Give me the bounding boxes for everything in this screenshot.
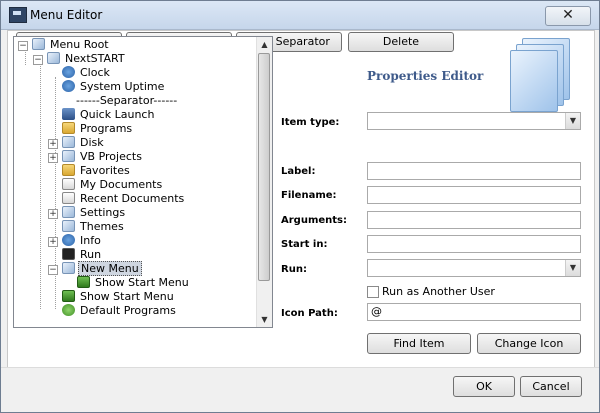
properties-pages-icon xyxy=(508,36,572,112)
collapse-toggle[interactable]: − xyxy=(33,55,43,65)
tree-line xyxy=(25,49,26,65)
tree-item-favorites[interactable]: Favorites xyxy=(62,164,132,178)
properties-editor-title: Properties Editor xyxy=(367,69,484,83)
recent-documents-icon xyxy=(62,192,75,204)
tree-item-clock[interactable]: Clock xyxy=(62,66,112,80)
tree-scrollbar[interactable]: ▲ ▼ xyxy=(256,37,272,327)
desktop-icon xyxy=(62,108,75,120)
tree-item-info[interactable]: Info xyxy=(62,234,103,248)
window-title: Menu Editor xyxy=(30,8,103,22)
menu-tree[interactable]: − Menu Root − NextSTART Clock System Upt… xyxy=(13,36,273,328)
start-in-label: Start in: xyxy=(281,239,328,250)
run-icon xyxy=(62,248,75,260)
clock-icon xyxy=(62,80,75,92)
label-field[interactable] xyxy=(367,162,581,180)
tree-item-system-uptime[interactable]: System Uptime xyxy=(62,80,166,94)
collapse-toggle[interactable]: − xyxy=(48,265,58,275)
run-select[interactable]: ▼ xyxy=(367,259,581,277)
folder-icon xyxy=(62,122,75,134)
page-icon xyxy=(47,52,60,64)
tree-item-disk[interactable]: Disk xyxy=(62,136,106,150)
start-menu-icon xyxy=(62,290,75,302)
close-button[interactable]: ✕ xyxy=(545,6,591,26)
page-icon xyxy=(62,150,75,162)
expand-toggle[interactable]: + xyxy=(48,209,58,219)
tree-item-vb-projects[interactable]: VB Projects xyxy=(62,150,144,164)
tree-item-programs[interactable]: Programs xyxy=(62,122,134,136)
tree-item-run[interactable]: Run xyxy=(62,248,103,262)
expand-toggle[interactable]: + xyxy=(48,237,58,247)
page-icon xyxy=(62,206,75,218)
favorites-icon xyxy=(62,164,75,176)
menu-editor-window: Menu Editor ✕ New Item New Submenu New S… xyxy=(0,0,600,413)
expand-toggle[interactable]: + xyxy=(48,139,58,149)
page-icon xyxy=(62,220,75,232)
tree-item-default-programs[interactable]: Default Programs xyxy=(62,304,178,318)
chevron-down-icon[interactable]: ▼ xyxy=(565,113,580,129)
chevron-down-icon[interactable]: ▼ xyxy=(565,260,580,276)
arguments-label: Arguments: xyxy=(281,215,348,226)
start-in-field[interactable] xyxy=(367,235,581,253)
run-label: Run: xyxy=(281,264,307,275)
tree-item-recent-documents[interactable]: Recent Documents xyxy=(62,192,186,206)
tree-item-separator[interactable]: ------Separator------ xyxy=(74,94,179,108)
default-programs-icon xyxy=(62,304,75,316)
expand-toggle[interactable]: + xyxy=(48,153,58,163)
tree-item-my-documents[interactable]: My Documents xyxy=(62,178,164,192)
tree-item-themes[interactable]: Themes xyxy=(62,220,126,234)
icon-path-label: Icon Path: xyxy=(281,308,338,319)
tree-item-show-start-menu-child[interactable]: Show Start Menu xyxy=(77,276,191,290)
tree-item-settings[interactable]: Settings xyxy=(62,206,127,220)
page-icon xyxy=(62,262,75,274)
change-icon-button[interactable]: Change Icon xyxy=(477,333,581,354)
item-type-select[interactable]: ▼ xyxy=(367,112,581,130)
info-icon xyxy=(62,234,75,246)
arguments-field[interactable] xyxy=(367,211,581,229)
collapse-toggle[interactable]: − xyxy=(18,41,28,51)
scroll-thumb[interactable] xyxy=(258,53,270,281)
page-icon xyxy=(32,38,45,50)
close-icon: ✕ xyxy=(562,7,574,23)
title-bar[interactable]: Menu Editor ✕ xyxy=(1,1,599,30)
clock-icon xyxy=(62,66,75,78)
scroll-up-arrow-icon[interactable]: ▲ xyxy=(257,37,272,52)
run-as-another-user-label[interactable]: Run as Another User xyxy=(382,285,495,298)
app-icon xyxy=(9,7,27,23)
tree-item-show-start-menu[interactable]: Show Start Menu xyxy=(62,290,176,304)
page-icon xyxy=(62,136,75,148)
run-as-another-user-checkbox[interactable] xyxy=(367,286,379,298)
scroll-down-arrow-icon[interactable]: ▼ xyxy=(257,312,272,327)
delete-button[interactable]: Delete xyxy=(348,32,454,52)
icon-path-field[interactable]: @ xyxy=(367,303,581,321)
start-menu-icon xyxy=(77,276,90,288)
tree-item-new-menu[interactable]: New Menu xyxy=(62,261,142,276)
cancel-button[interactable]: Cancel xyxy=(520,376,582,397)
filename-field[interactable] xyxy=(367,186,581,204)
tree-item-menu-root[interactable]: Menu Root xyxy=(32,38,111,52)
tree-item-nextstart[interactable]: NextSTART xyxy=(47,52,127,66)
ok-button[interactable]: OK xyxy=(453,376,515,397)
filename-label: Filename: xyxy=(281,190,337,201)
find-item-button[interactable]: Find Item xyxy=(367,333,471,354)
tree-item-quick-launch[interactable]: Quick Launch xyxy=(62,108,156,122)
documents-icon xyxy=(62,178,75,190)
item-type-label: Item type: xyxy=(281,117,340,128)
label-field-label: Label: xyxy=(281,166,316,177)
tree-line xyxy=(40,63,41,309)
